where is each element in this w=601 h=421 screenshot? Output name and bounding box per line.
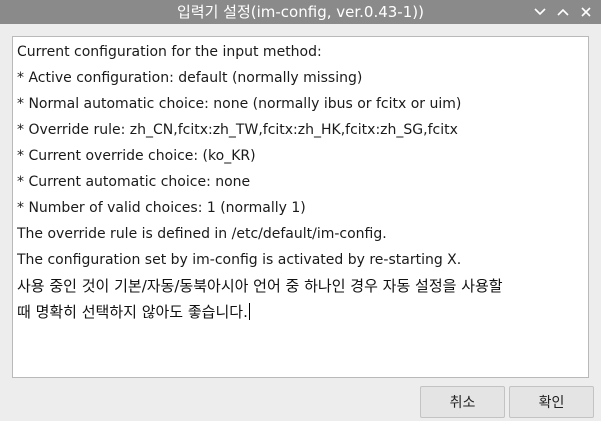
- dialog-window: 입력기 설정(im-config, ver.0.43-1)) Current c…: [0, 0, 601, 421]
- cancel-button[interactable]: 취소: [420, 386, 505, 418]
- close-button[interactable]: [576, 2, 596, 22]
- minimize-button[interactable]: [530, 2, 550, 22]
- text-line-last-content: 때 명확히 선택하지 않아도 좋습니다.: [17, 303, 248, 321]
- config-text-view[interactable]: Current configuration for the input meth…: [12, 36, 589, 378]
- text-line-last: 때 명확히 선택하지 않아도 좋습니다.: [17, 299, 584, 325]
- text-line: * Override rule: zh_CN,fcitx:zh_TW,fcitx…: [17, 122, 458, 138]
- chevron-up-icon: [557, 8, 569, 16]
- close-icon: [581, 7, 591, 17]
- config-text-lines: Current configuration for the input meth…: [17, 39, 584, 325]
- text-line: * Active configuration: default (normall…: [17, 70, 363, 86]
- ok-button[interactable]: 확인: [509, 386, 594, 418]
- text-line: Current configuration for the input meth…: [17, 44, 322, 60]
- maximize-button[interactable]: [553, 2, 573, 22]
- chevron-down-icon: [534, 8, 546, 16]
- text-line: * Current automatic choice: none: [17, 174, 251, 190]
- window-title: 입력기 설정(im-config, ver.0.43-1)): [177, 3, 424, 21]
- title-bar[interactable]: 입력기 설정(im-config, ver.0.43-1)): [0, 0, 601, 24]
- text-line: The override rule is defined in /etc/def…: [17, 226, 387, 242]
- text-line: * Number of valid choices: 1 (normally 1…: [17, 200, 306, 216]
- text-line: 사용 중인 것이 기본/자동/동북아시아 언어 중 하나인 경우 자동 설정을 …: [17, 277, 503, 295]
- text-line: * Normal automatic choice: none (normall…: [17, 96, 462, 112]
- text-line: The configuration set by im-config is ac…: [17, 252, 462, 268]
- text-line: * Current override choice: (ko_KR): [17, 148, 256, 164]
- text-caret: [248, 303, 250, 320]
